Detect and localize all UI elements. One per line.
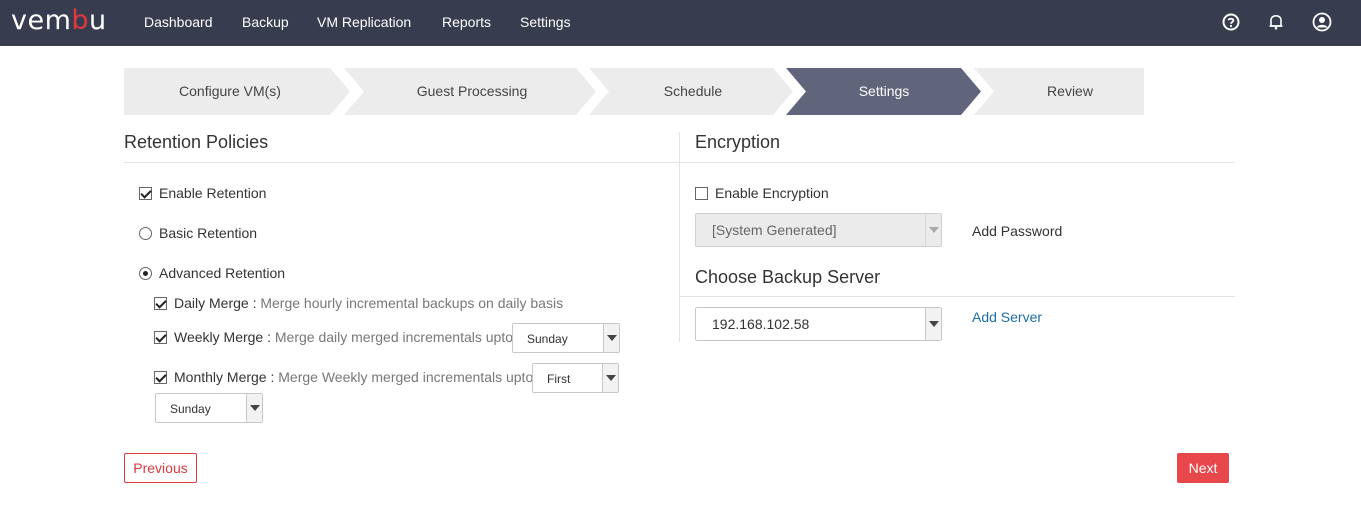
logo-text-suffix: u: [89, 5, 107, 36]
top-navbar: vembu Dashboard Backup VM Replication Re…: [0, 0, 1361, 46]
chevron-down-icon: [603, 324, 619, 352]
monthly-merge-checkbox[interactable]: [154, 371, 167, 384]
monthly-merge-text: Monthly Merge : Merge Weekly merged incr…: [174, 369, 533, 385]
advanced-retention-radio[interactable]: [139, 267, 152, 280]
weekly-merge-desc: Merge daily merged incrementals upto: [274, 329, 514, 345]
weekly-day-value: Sunday: [527, 332, 568, 346]
column-divider: [679, 132, 680, 342]
retention-title: Retention Policies: [124, 132, 269, 152]
weekly-day-select[interactable]: Sunday: [512, 323, 620, 353]
step-schedule[interactable]: Schedule: [589, 68, 793, 115]
encryption-password-select[interactable]: [System Generated]: [695, 213, 942, 247]
chevron-down-icon: [925, 214, 941, 246]
encryption-title: Encryption: [695, 132, 781, 152]
daily-merge-checkbox[interactable]: [154, 297, 167, 310]
step-configure-vms[interactable]: Configure VM(s): [124, 68, 350, 115]
chevron-down-icon: [246, 394, 262, 422]
step-label: Guest Processing: [416, 83, 528, 99]
monthly-merge-label: Monthly Merge :: [174, 369, 275, 385]
enable-encryption-label: Enable Encryption: [715, 185, 829, 201]
chevron-down-icon: [925, 308, 941, 340]
monthly-day-value: Sunday: [170, 402, 211, 416]
step-label: Configure VM(s): [179, 83, 281, 99]
monthly-week-value: First: [547, 372, 571, 386]
enable-retention-label: Enable Retention: [159, 185, 267, 201]
weekly-merge-checkbox[interactable]: [154, 331, 167, 344]
weekly-merge-label: Weekly Merge :: [174, 329, 271, 345]
chevron-down-icon: [602, 364, 618, 392]
vembu-logo[interactable]: vembu: [11, 5, 107, 37]
step-guest-processing[interactable]: Guest Processing: [344, 68, 596, 115]
encryption-password-value: [System Generated]: [712, 222, 837, 238]
nav-dashboard[interactable]: Dashboard: [144, 14, 213, 30]
step-label: Review: [1047, 83, 1093, 99]
previous-button[interactable]: Previous: [124, 453, 197, 483]
add-password-link[interactable]: Add Password: [972, 223, 1062, 239]
daily-merge-label: Daily Merge :: [174, 295, 257, 311]
step-label: Schedule: [663, 83, 723, 99]
add-server-link[interactable]: Add Server: [972, 309, 1042, 325]
nav-settings[interactable]: Settings: [520, 14, 571, 30]
backup-server-select[interactable]: 192.168.102.58: [695, 307, 942, 341]
weekly-merge-text: Weekly Merge : Merge daily merged increm…: [174, 329, 513, 345]
step-review[interactable]: Review: [974, 68, 1144, 115]
enable-retention-checkbox[interactable]: [139, 187, 152, 200]
monthly-merge-desc: Merge Weekly merged incrementals upto: [278, 369, 534, 385]
step-label: Settings: [858, 83, 910, 99]
help-icon[interactable]: [1221, 11, 1241, 33]
basic-retention-label: Basic Retention: [159, 225, 258, 241]
backup-server-divider: [680, 296, 1235, 297]
enable-encryption-checkbox[interactable]: [695, 187, 708, 200]
retention-divider: [124, 162, 680, 163]
advanced-retention-label: Advanced Retention: [159, 265, 286, 281]
step-settings[interactable]: Settings: [786, 68, 981, 115]
encryption-divider: [680, 162, 1235, 163]
monthly-week-select[interactable]: First: [532, 363, 619, 393]
daily-merge-text: Daily Merge : Merge hourly incremental b…: [174, 295, 563, 311]
backup-server-title: Choose Backup Server: [695, 267, 881, 287]
basic-retention-radio[interactable]: [139, 227, 152, 240]
nav-reports[interactable]: Reports: [442, 14, 491, 30]
nav-vm-replication[interactable]: VM Replication: [317, 14, 411, 30]
nav-backup[interactable]: Backup: [242, 14, 289, 30]
monthly-day-select[interactable]: Sunday: [155, 393, 263, 423]
user-icon[interactable]: [1312, 11, 1332, 33]
bell-icon[interactable]: [1266, 11, 1286, 33]
logo-text-red: b: [71, 5, 90, 36]
daily-merge-desc: Merge hourly incremental backups on dail…: [260, 295, 564, 311]
next-button[interactable]: Next: [1177, 453, 1229, 483]
logo-text-prefix: vem: [11, 5, 72, 36]
wizard-steps: Configure VM(s) Guest Processing Schedul…: [124, 68, 1144, 115]
backup-server-value: 192.168.102.58: [712, 316, 810, 332]
